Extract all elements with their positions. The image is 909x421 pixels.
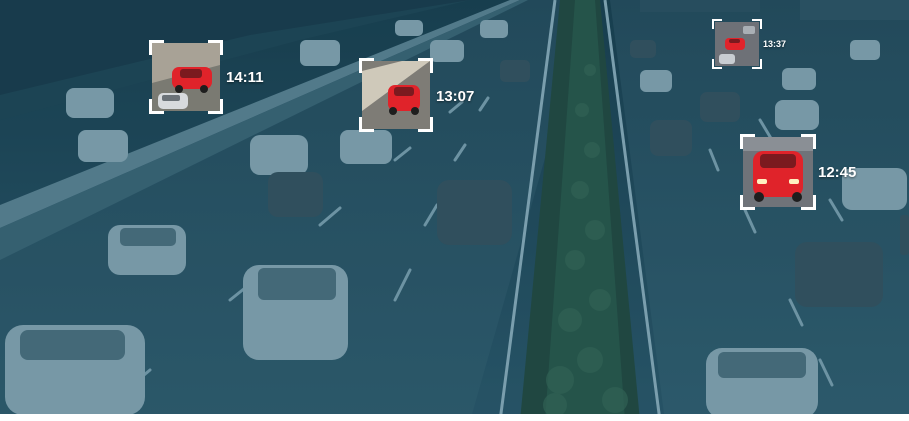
detection-timestamp: 12:45	[818, 164, 857, 181]
detection-box[interactable]	[359, 58, 433, 132]
detection-timestamp: 13:07	[436, 88, 475, 105]
bottom-border	[0, 414, 909, 421]
detection-timestamp: 13:37	[763, 39, 787, 49]
detection-timestamp: 14:11	[226, 69, 264, 86]
traffic-camera-scene: 14:11 13:07 13:37 12:45	[0, 0, 909, 421]
highway-background	[0, 0, 909, 421]
detection-box[interactable]	[740, 134, 816, 210]
detection-box[interactable]	[712, 19, 762, 69]
detection-box[interactable]	[149, 40, 223, 114]
